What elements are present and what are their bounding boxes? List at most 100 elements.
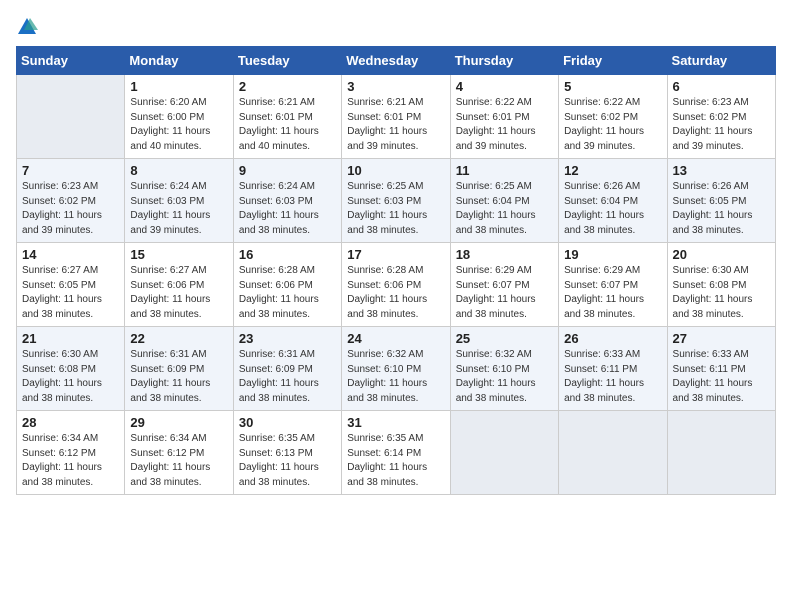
day-info: Sunrise: 6:35 AM Sunset: 6:14 PM Dayligh… <box>347 432 444 490</box>
day-info: Sunrise: 6:33 AM Sunset: 6:11 PM Dayligh… <box>673 348 770 406</box>
day-info: Sunrise: 6:31 AM Sunset: 6:09 PM Dayligh… <box>130 348 227 406</box>
day-info: Sunrise: 6:25 AM Sunset: 6:04 PM Dayligh… <box>456 180 553 238</box>
calendar-cell: 16 Sunrise: 6:28 AM Sunset: 6:06 PM Dayli… <box>233 243 341 327</box>
day-info: Sunrise: 6:30 AM Sunset: 6:08 PM Dayligh… <box>673 264 770 322</box>
calendar-cell <box>667 411 775 495</box>
day-info: Sunrise: 6:24 AM Sunset: 6:03 PM Dayligh… <box>130 180 227 238</box>
calendar-week-row: 14 Sunrise: 6:27 AM Sunset: 6:05 PM Dayli… <box>17 243 776 327</box>
day-info: Sunrise: 6:30 AM Sunset: 6:08 PM Dayligh… <box>22 348 119 406</box>
day-number: 27 <box>673 331 770 346</box>
calendar-cell: 12 Sunrise: 6:26 AM Sunset: 6:04 PM Dayli… <box>559 159 667 243</box>
day-number: 17 <box>347 247 444 262</box>
day-info: Sunrise: 6:27 AM Sunset: 6:06 PM Dayligh… <box>130 264 227 322</box>
calendar-cell: 9 Sunrise: 6:24 AM Sunset: 6:03 PM Daylig… <box>233 159 341 243</box>
column-header-friday: Friday <box>559 47 667 75</box>
day-info: Sunrise: 6:28 AM Sunset: 6:06 PM Dayligh… <box>347 264 444 322</box>
day-number: 8 <box>130 163 227 178</box>
calendar-cell: 26 Sunrise: 6:33 AM Sunset: 6:11 PM Dayli… <box>559 327 667 411</box>
day-number: 30 <box>239 415 336 430</box>
day-info: Sunrise: 6:20 AM Sunset: 6:00 PM Dayligh… <box>130 96 227 154</box>
day-info: Sunrise: 6:21 AM Sunset: 6:01 PM Dayligh… <box>239 96 336 154</box>
day-info: Sunrise: 6:25 AM Sunset: 6:03 PM Dayligh… <box>347 180 444 238</box>
column-header-monday: Monday <box>125 47 233 75</box>
calendar-cell: 21 Sunrise: 6:30 AM Sunset: 6:08 PM Dayli… <box>17 327 125 411</box>
calendar-cell: 6 Sunrise: 6:23 AM Sunset: 6:02 PM Daylig… <box>667 75 775 159</box>
calendar-cell: 13Sunrise: 6:26 AM Sunset: 6:05 PM Dayli… <box>667 159 775 243</box>
day-number: 9 <box>239 163 336 178</box>
day-number: 15 <box>130 247 227 262</box>
day-info: Sunrise: 6:29 AM Sunset: 6:07 PM Dayligh… <box>564 264 661 322</box>
day-info: Sunrise: 6:31 AM Sunset: 6:09 PM Dayligh… <box>239 348 336 406</box>
calendar-cell: 7 Sunrise: 6:23 AM Sunset: 6:02 PM Daylig… <box>17 159 125 243</box>
calendar-week-row: 1 Sunrise: 6:20 AM Sunset: 6:00 PM Daylig… <box>17 75 776 159</box>
day-info: Sunrise: 6:28 AM Sunset: 6:06 PM Dayligh… <box>239 264 336 322</box>
calendar-cell: 8 Sunrise: 6:24 AM Sunset: 6:03 PM Daylig… <box>125 159 233 243</box>
day-info: Sunrise: 6:29 AM Sunset: 6:07 PM Dayligh… <box>456 264 553 322</box>
day-number: 5 <box>564 79 661 94</box>
day-number: 31 <box>347 415 444 430</box>
day-number: 20 <box>673 247 770 262</box>
day-number: 24 <box>347 331 444 346</box>
day-info: Sunrise: 6:23 AM Sunset: 6:02 PM Dayligh… <box>673 96 770 154</box>
calendar-cell: 4Sunrise: 6:22 AM Sunset: 6:01 PM Daylig… <box>450 75 558 159</box>
calendar-cell: 28 Sunrise: 6:34 AM Sunset: 6:12 PM Dayli… <box>17 411 125 495</box>
calendar-table: SundayMondayTuesdayWednesdayThursdayFrid… <box>16 46 776 495</box>
calendar-week-row: 28 Sunrise: 6:34 AM Sunset: 6:12 PM Dayli… <box>17 411 776 495</box>
day-info: Sunrise: 6:32 AM Sunset: 6:10 PM Dayligh… <box>456 348 553 406</box>
column-header-saturday: Saturday <box>667 47 775 75</box>
calendar-header-row: SundayMondayTuesdayWednesdayThursdayFrid… <box>17 47 776 75</box>
column-header-thursday: Thursday <box>450 47 558 75</box>
calendar-cell: 11 Sunrise: 6:25 AM Sunset: 6:04 PM Dayli… <box>450 159 558 243</box>
calendar-cell: 10Sunrise: 6:25 AM Sunset: 6:03 PM Dayli… <box>342 159 450 243</box>
day-number: 26 <box>564 331 661 346</box>
day-number: 14 <box>22 247 119 262</box>
day-number: 12 <box>564 163 661 178</box>
day-number: 1 <box>130 79 227 94</box>
day-info: Sunrise: 6:22 AM Sunset: 6:02 PM Dayligh… <box>564 96 661 154</box>
day-info: Sunrise: 6:26 AM Sunset: 6:04 PM Dayligh… <box>564 180 661 238</box>
day-number: 28 <box>22 415 119 430</box>
day-number: 6 <box>673 79 770 94</box>
calendar-cell: 23 Sunrise: 6:31 AM Sunset: 6:09 PM Dayli… <box>233 327 341 411</box>
day-info: Sunrise: 6:22 AM Sunset: 6:01 PM Dayligh… <box>456 96 553 154</box>
day-info: Sunrise: 6:35 AM Sunset: 6:13 PM Dayligh… <box>239 432 336 490</box>
day-number: 16 <box>239 247 336 262</box>
calendar-cell: 17 Sunrise: 6:28 AM Sunset: 6:06 PM Dayli… <box>342 243 450 327</box>
column-header-sunday: Sunday <box>17 47 125 75</box>
calendar-week-row: 21 Sunrise: 6:30 AM Sunset: 6:08 PM Dayli… <box>17 327 776 411</box>
day-info: Sunrise: 6:27 AM Sunset: 6:05 PM Dayligh… <box>22 264 119 322</box>
day-number: 13 <box>673 163 770 178</box>
day-number: 19 <box>564 247 661 262</box>
day-number: 29 <box>130 415 227 430</box>
calendar-cell <box>559 411 667 495</box>
day-number: 11 <box>456 163 553 178</box>
title-section <box>41 16 776 18</box>
calendar-cell: 31 Sunrise: 6:35 AM Sunset: 6:14 PM Dayli… <box>342 411 450 495</box>
calendar-cell: 29Sunrise: 6:34 AM Sunset: 6:12 PM Dayli… <box>125 411 233 495</box>
calendar-cell: 1 Sunrise: 6:20 AM Sunset: 6:00 PM Daylig… <box>125 75 233 159</box>
calendar-cell: 19 Sunrise: 6:29 AM Sunset: 6:07 PM Dayli… <box>559 243 667 327</box>
column-header-tuesday: Tuesday <box>233 47 341 75</box>
calendar-cell: 3 Sunrise: 6:21 AM Sunset: 6:01 PM Daylig… <box>342 75 450 159</box>
day-number: 3 <box>347 79 444 94</box>
calendar-cell: 27 Sunrise: 6:33 AM Sunset: 6:11 PM Dayli… <box>667 327 775 411</box>
day-info: Sunrise: 6:24 AM Sunset: 6:03 PM Dayligh… <box>239 180 336 238</box>
day-number: 22 <box>130 331 227 346</box>
calendar-cell: 2Sunrise: 6:21 AM Sunset: 6:01 PM Daylig… <box>233 75 341 159</box>
page-header <box>16 16 776 38</box>
calendar-cell: 30 Sunrise: 6:35 AM Sunset: 6:13 PM Dayli… <box>233 411 341 495</box>
calendar-cell <box>17 75 125 159</box>
logo <box>16 16 41 38</box>
calendar-cell: 15 Sunrise: 6:27 AM Sunset: 6:06 PM Dayli… <box>125 243 233 327</box>
day-info: Sunrise: 6:32 AM Sunset: 6:10 PM Dayligh… <box>347 348 444 406</box>
calendar-cell: 20 Sunrise: 6:30 AM Sunset: 6:08 PM Dayli… <box>667 243 775 327</box>
day-info: Sunrise: 6:23 AM Sunset: 6:02 PM Dayligh… <box>22 180 119 238</box>
day-info: Sunrise: 6:21 AM Sunset: 6:01 PM Dayligh… <box>347 96 444 154</box>
day-number: 21 <box>22 331 119 346</box>
calendar-cell <box>450 411 558 495</box>
day-info: Sunrise: 6:34 AM Sunset: 6:12 PM Dayligh… <box>22 432 119 490</box>
day-number: 7 <box>22 163 119 178</box>
calendar-cell: 18Sunrise: 6:29 AM Sunset: 6:07 PM Dayli… <box>450 243 558 327</box>
day-info: Sunrise: 6:33 AM Sunset: 6:11 PM Dayligh… <box>564 348 661 406</box>
day-number: 23 <box>239 331 336 346</box>
